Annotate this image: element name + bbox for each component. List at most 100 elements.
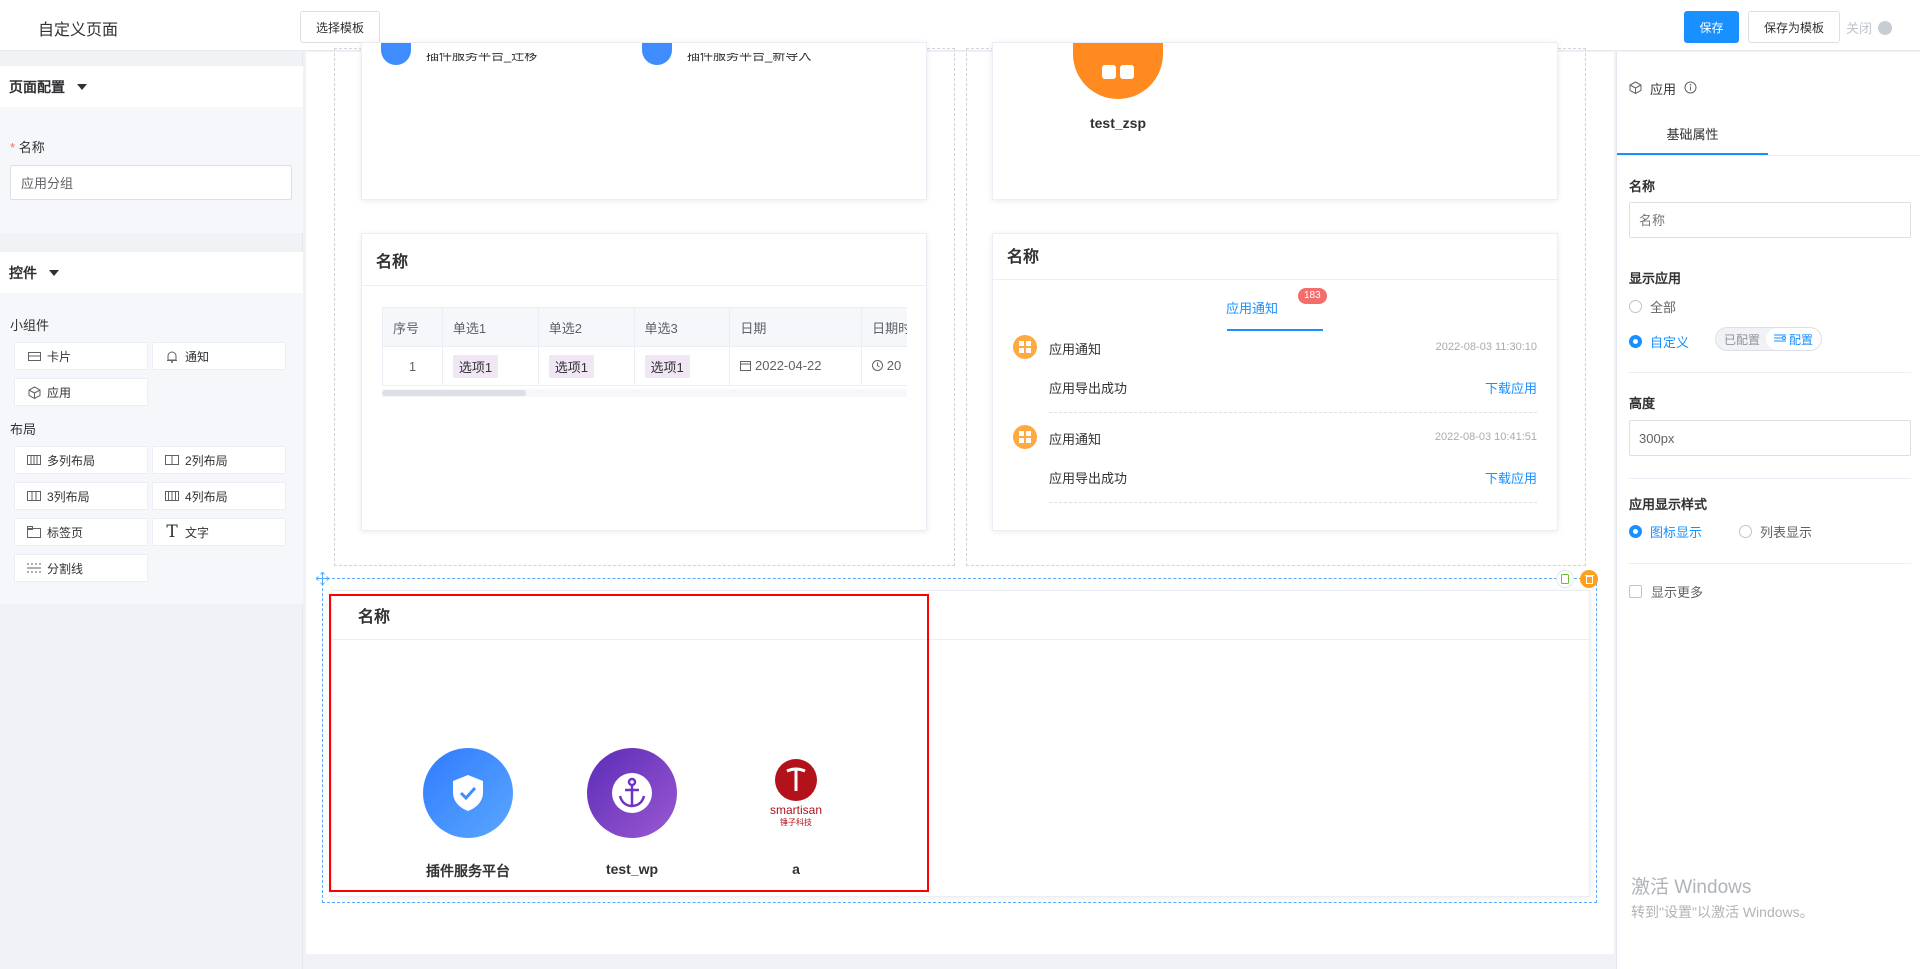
config-button[interactable]: 配置 — [1766, 328, 1822, 350]
copy-icon[interactable] — [1556, 570, 1574, 588]
table-card[interactable]: 名称 序号 单选1 单选2 单选3 日期 日期时 1 选项1 选项1 选项1 2… — [361, 233, 927, 531]
text-icon: T — [166, 522, 178, 542]
top-right-app-card[interactable]: test_zsp — [992, 42, 1558, 200]
radio-icon-display[interactable]: 图标显示 — [1629, 522, 1702, 541]
component-name-input[interactable] — [1629, 202, 1911, 238]
layout-four-label: 4列布局 — [185, 489, 228, 504]
radio-show-custom-label: 自定义 — [1650, 335, 1690, 350]
controls-title: 控件 — [9, 264, 37, 281]
show-more-checkbox[interactable]: 显示更多 — [1629, 582, 1703, 601]
option-tag: 选项1 — [548, 354, 594, 378]
radio-list-display[interactable]: 列表显示 — [1739, 522, 1812, 541]
move-handle-icon[interactable] — [315, 571, 330, 586]
top-bar: 自定义页面 选择模板 保存 保存为模板 关闭 — [0, 0, 1920, 51]
layout-title: 布局 — [10, 422, 37, 437]
layout-tabs[interactable]: 标签页 — [14, 518, 148, 546]
date-value: 2022-04-22 — [755, 358, 822, 373]
name-input[interactable]: 应用分组 — [10, 165, 292, 200]
data-table: 序号 单选1 单选2 单选3 日期 日期时 1 选项1 选项1 选项1 2022… — [382, 307, 907, 386]
design-canvas[interactable]: 插件服务平台_迁移 插件服务平台_新导入 test_zsp 名称 序号 单选1 … — [306, 42, 1614, 954]
notice-message: 应用导出成功 — [1049, 381, 1128, 396]
display-style-label: 应用显示样式 — [1629, 497, 1708, 512]
delete-icon[interactable] — [1580, 570, 1598, 588]
section-divider — [1629, 372, 1911, 373]
option-tag: 选项1 — [452, 354, 499, 378]
layout-tabs-label: 标签页 — [47, 525, 84, 540]
card-divider — [993, 279, 1557, 280]
scrollbar-thumb[interactable] — [382, 390, 526, 396]
app-icon-orange[interactable] — [1073, 43, 1163, 99]
save-button[interactable]: 保存 — [1684, 11, 1739, 43]
widgets-title: 小组件 — [10, 318, 50, 333]
cell-date: 2022-04-22 — [729, 346, 863, 386]
card-divider — [362, 285, 926, 286]
col-header: 序号 — [382, 307, 443, 347]
widget-card[interactable]: 卡片 — [14, 342, 148, 370]
config-segment: 已配置 配置 — [1715, 327, 1823, 351]
notice-divider — [1049, 502, 1537, 503]
notice-card[interactable]: 名称 应用通知 183 应用通知 2022-08-03 11:30:10 应用导… — [992, 233, 1558, 531]
left-panel: 页面配置 * 名称 应用分组 控件 小组件 卡片 通知 应用 布局 多列布局 2… — [0, 52, 303, 969]
download-app-link[interactable]: 下载应用 — [1485, 378, 1537, 397]
checkbox-box — [1629, 585, 1642, 598]
controls-section: 控件 小组件 卡片 通知 应用 布局 多列布局 2列布局 3列布局 4列布局 标… — [0, 252, 303, 604]
close-toggle[interactable]: 关闭 — [1846, 18, 1893, 37]
divider-icon — [27, 561, 41, 575]
tab-basic-properties[interactable]: 基础属性 — [1617, 124, 1768, 156]
section-divider — [1629, 478, 1911, 479]
book-icon — [1102, 65, 1134, 79]
radio-circle — [1629, 335, 1642, 348]
tab-app-notice[interactable]: 应用通知 — [1226, 298, 1278, 317]
option-tag: 选项1 — [644, 354, 690, 378]
save-as-template-button[interactable]: 保存为模板 — [1748, 11, 1840, 43]
widget-app[interactable]: 应用 — [14, 378, 148, 406]
windows-watermark: 激活 Windows 转到"设置"以激活 Windows。 — [1631, 872, 1814, 922]
radio-circle — [1629, 525, 1642, 538]
card-icon — [27, 349, 41, 363]
info-icon[interactable] — [1684, 81, 1697, 97]
show-apps-label: 显示应用 — [1629, 271, 1682, 286]
download-app-link[interactable]: 下载应用 — [1485, 468, 1537, 487]
top-left-app-card[interactable]: 插件服务平台_迁移 插件服务平台_新导入 — [361, 42, 927, 200]
radio-show-custom[interactable]: 自定义 — [1629, 332, 1689, 351]
columns-icon — [27, 453, 41, 467]
page-config-header[interactable]: 页面配置 — [0, 66, 303, 107]
widget-notice[interactable]: 通知 — [152, 342, 286, 370]
controls-header[interactable]: 控件 — [0, 252, 303, 293]
notice-app-icon — [1013, 335, 1037, 359]
horizontal-scrollbar[interactable] — [382, 389, 907, 397]
layout-three-column[interactable]: 3列布局 — [14, 482, 148, 510]
three-column-icon — [27, 489, 41, 503]
widget-card-label: 卡片 — [47, 349, 72, 364]
data-table-wrap[interactable]: 序号 单选1 单选2 单选3 日期 日期时 1 选项1 选项1 选项1 2022… — [382, 307, 907, 397]
height-input[interactable]: 300px — [1629, 420, 1911, 456]
layout-divider[interactable]: 分割线 — [14, 554, 148, 582]
close-switch-icon — [1878, 20, 1893, 35]
table-card-title: 名称 — [376, 254, 409, 271]
app-icon-partial — [381, 43, 411, 65]
layout-multi-column[interactable]: 多列布局 — [14, 446, 148, 474]
notice-title: 应用通知 — [1049, 342, 1102, 357]
notice-app-icon — [1013, 425, 1037, 449]
notice-badge: 183 — [1298, 288, 1327, 304]
layout-multi-label: 多列布局 — [47, 453, 96, 468]
right-panel-header: 应用 — [1629, 79, 1697, 98]
layout-two-column[interactable]: 2列布局 — [152, 446, 286, 474]
notice-message: 应用导出成功 — [1049, 471, 1128, 486]
table-row: 1 选项1 选项1 选项1 2022-04-22 20 — [382, 346, 907, 386]
layout-text-label: 文字 — [185, 525, 210, 540]
page-config-title: 页面配置 — [9, 78, 65, 95]
radio-show-all[interactable]: 全部 — [1629, 297, 1676, 316]
radio-circle — [1629, 300, 1642, 313]
page-config-section: 页面配置 * 名称 应用分组 — [0, 66, 303, 233]
tab-active-bar — [1227, 329, 1323, 331]
clock-icon — [872, 359, 884, 374]
layout-text[interactable]: T 文字 — [152, 518, 286, 546]
page-title: 自定义页面 — [38, 22, 119, 39]
layout-four-column[interactable]: 4列布局 — [152, 482, 286, 510]
required-mark: * — [10, 140, 16, 155]
widget-app-label: 应用 — [47, 385, 72, 400]
right-panel: 应用 基础属性 名称 显示应用 全部 自定义 已配置 配置 高度 300px 应… — [1616, 52, 1920, 969]
select-template-button[interactable]: 选择模板 — [300, 11, 380, 43]
radio-circle — [1739, 525, 1752, 538]
